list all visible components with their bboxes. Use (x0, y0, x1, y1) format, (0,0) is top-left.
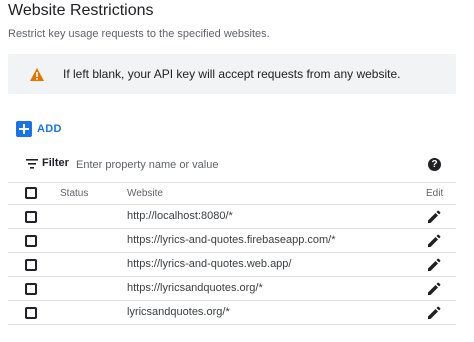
warning-banner: If left blank, your API key will accept … (8, 54, 456, 94)
row-checkbox[interactable] (25, 283, 37, 295)
table-header: Status Website Edit (8, 182, 456, 205)
website-cell: https://lyrics-and-quotes.firebaseapp.co… (127, 234, 336, 246)
table-row: https://lyricsandquotes.org/* (8, 277, 456, 301)
column-header-edit: Edit (426, 188, 444, 199)
edit-icon[interactable] (427, 210, 441, 224)
section-title: Website Restrictions (8, 2, 154, 19)
add-button-label: ADD (37, 123, 62, 135)
table-row: http://localhost:8080/* (8, 205, 456, 229)
website-cell: lyricsandquotes.org/* (127, 306, 230, 318)
select-all-checkbox[interactable] (25, 187, 37, 199)
filter-input[interactable] (76, 155, 406, 175)
website-cell: http://localhost:8080/* (127, 210, 233, 222)
column-header-status[interactable]: Status (60, 188, 88, 199)
website-cell: https://lyricsandquotes.org/* (127, 282, 263, 294)
edit-icon[interactable] (427, 258, 441, 272)
section-subtitle: Restrict key usage requests to the speci… (8, 28, 270, 40)
filter-list-icon (26, 159, 38, 169)
filter-label: Filter (42, 157, 69, 169)
add-box-icon (16, 121, 32, 137)
row-checkbox[interactable] (25, 235, 37, 247)
edit-icon[interactable] (427, 306, 441, 320)
table-row: lyricsandquotes.org/* (8, 301, 456, 325)
row-checkbox[interactable] (25, 211, 37, 223)
warning-icon (30, 68, 44, 81)
row-checkbox[interactable] (25, 259, 37, 271)
add-website-button[interactable]: ADD (16, 119, 62, 139)
help-icon[interactable]: ? (428, 158, 441, 171)
edit-icon[interactable] (427, 234, 441, 248)
edit-icon[interactable] (427, 282, 441, 296)
table-row: https://lyrics-and-quotes.firebaseapp.co… (8, 229, 456, 253)
filter-bar: Filter ? (8, 152, 456, 178)
column-header-website[interactable]: Website (127, 188, 163, 199)
row-checkbox[interactable] (25, 307, 37, 319)
table-row: https://lyrics-and-quotes.web.app/ (8, 253, 456, 277)
warning-text: If left blank, your API key will accept … (63, 67, 401, 81)
website-cell: https://lyrics-and-quotes.web.app/ (127, 258, 292, 270)
